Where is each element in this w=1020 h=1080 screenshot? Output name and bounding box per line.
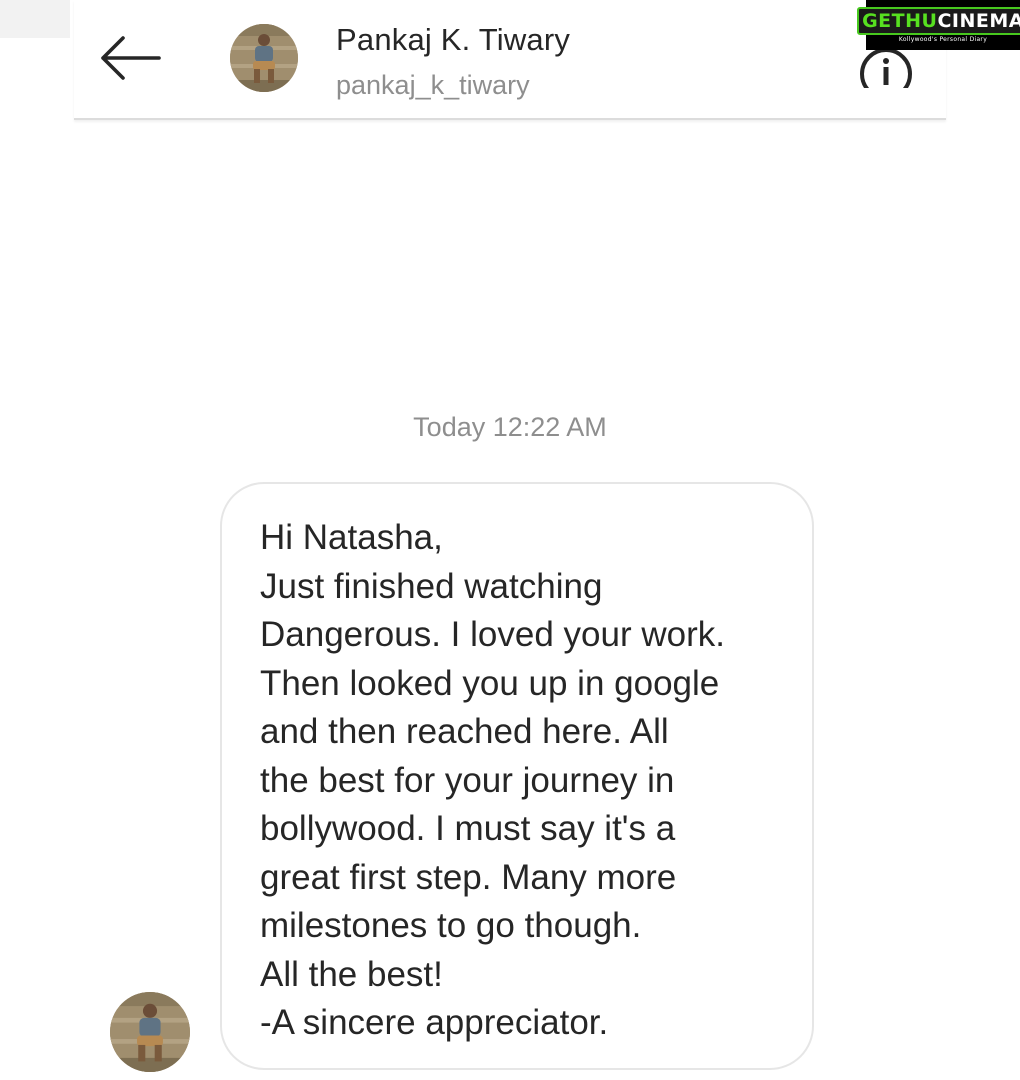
watermark-word-2: CINEMA [937, 10, 1020, 32]
sender-avatar[interactable] [110, 992, 190, 1072]
watermark-wordmark: GETHU CINEMA [857, 7, 1020, 35]
message-text: Hi Natasha, Just finished watching Dange… [260, 518, 725, 1042]
chat-header: Pankaj K. Tiwary pankaj_k_tiwary [74, 0, 946, 120]
watermark-logo: GETHU CINEMA Kollywood's Personal Diary [857, 0, 1020, 50]
watermark-word-1: GETHU [862, 10, 938, 32]
profile-photo [230, 24, 298, 92]
info-circle-icon [860, 48, 912, 88]
contact-name[interactable]: Pankaj K. Tiwary [336, 22, 570, 58]
arrow-left-icon [101, 36, 161, 80]
watermark-tagline: Kollywood's Personal Diary [898, 36, 988, 43]
back-button[interactable] [98, 30, 162, 86]
message-timestamp: Today 12:22 AM [413, 412, 607, 442]
profile-photo [110, 992, 190, 1072]
contact-avatar[interactable] [230, 24, 298, 92]
message-bubble[interactable]: Hi Natasha, Just finished watching Dange… [220, 482, 814, 1070]
contact-username: pankaj_k_tiwary [336, 70, 530, 100]
status-bar-fragment [0, 0, 70, 38]
info-button[interactable] [858, 46, 914, 88]
